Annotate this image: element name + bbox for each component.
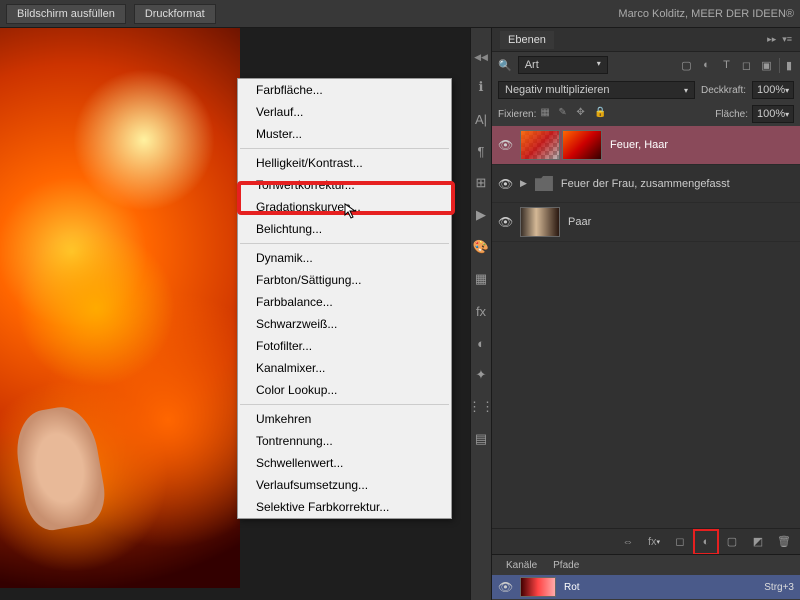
- menu-item[interactable]: Verlaufsumsetzung...: [238, 474, 451, 496]
- channel-thumb: [520, 577, 556, 597]
- layer-row[interactable]: 👁 ▶ Feuer der Frau, zusammengefasst: [492, 165, 800, 203]
- menu-item[interactable]: Farbton/Sättigung...: [238, 269, 451, 291]
- artwork-preview: [0, 28, 240, 588]
- menu-item[interactable]: Schwarzweiß...: [238, 313, 451, 335]
- new-adjustment-layer-icon[interactable]: ◐: [698, 534, 714, 550]
- lock-pixels-icon[interactable]: ✎: [558, 107, 572, 121]
- filter-adjustment-icon[interactable]: ◐: [699, 58, 714, 73]
- document-canvas[interactable]: Farbfläche...Verlauf...Muster... Helligke…: [0, 28, 470, 600]
- lock-row: Fixieren: ▦ ✎ ✥ 🔒 Fläche: 100%▾: [492, 102, 800, 126]
- new-layer-icon[interactable]: ◩: [750, 534, 766, 550]
- swatches-icon[interactable]: ▦: [473, 271, 489, 287]
- filter-smart-icon[interactable]: ▣: [759, 58, 774, 73]
- adjustments-icon[interactable]: ◐: [473, 335, 489, 351]
- menu-item[interactable]: Belichtung...: [238, 218, 451, 240]
- layers-tab[interactable]: Ebenen: [500, 31, 554, 49]
- folder-icon: [535, 176, 553, 191]
- menu-item[interactable]: Umkehren: [238, 408, 451, 430]
- menu-item[interactable]: Dynamik...: [238, 247, 451, 269]
- disclosure-icon[interactable]: ▶: [520, 178, 527, 189]
- layer-filter-dropdown[interactable]: Art▾: [518, 56, 608, 74]
- channel-visibility-icon[interactable]: 👁: [498, 580, 512, 594]
- right-panel-group: Ebenen ▸▸ ▾≡ 🔍 Art▾ ▢ ◐ T ◻ ▣ ▮ Negativ …: [492, 28, 800, 600]
- add-mask-icon[interactable]: ◻: [672, 534, 688, 550]
- layers-list: 👁 Feuer, Haar 👁 ▶ Feuer der Frau, zusammenge…: [492, 126, 800, 528]
- lock-position-icon[interactable]: ✥: [576, 107, 590, 121]
- panel-menu-icon[interactable]: ▾≡: [782, 34, 792, 45]
- channel-row-red[interactable]: 👁 Rot Strg+3: [492, 575, 800, 599]
- layer-thumb: [520, 207, 560, 237]
- layers-panel-header: Ebenen ▸▸ ▾≡: [492, 28, 800, 52]
- info-icon[interactable]: ℹ: [473, 79, 489, 95]
- link-layers-icon[interactable]: ⇔: [620, 534, 636, 550]
- menu-item[interactable]: Helligkeit/Kontrast...: [238, 152, 451, 174]
- paragraph-icon[interactable]: ¶: [473, 143, 489, 159]
- search-icon: 🔍: [498, 59, 512, 72]
- lock-all-icon[interactable]: 🔒: [594, 107, 608, 121]
- menu-item[interactable]: Fotofilter...: [238, 335, 451, 357]
- lock-label: Fixieren:: [498, 109, 536, 120]
- brush-presets-icon[interactable]: ⋮⋮: [473, 399, 489, 415]
- opacity-label: Deckkraft:: [701, 85, 746, 96]
- layer-row[interactable]: 👁 Feuer, Haar: [492, 126, 800, 165]
- collapsed-panels-strip: ◀◀ ℹ A| ¶ ⊞ ▶ 🎨 ▦ fx ◐ ✦ ⋮⋮ ▤: [470, 28, 492, 600]
- lock-transparency-icon[interactable]: ▦: [540, 107, 554, 121]
- navigator-icon[interactable]: ▶: [473, 207, 489, 223]
- new-group-icon[interactable]: ▢: [724, 534, 740, 550]
- visibility-icon[interactable]: 👁: [498, 177, 512, 191]
- adjustment-context-menu[interactable]: Farbfläche...Verlauf...Muster... Helligke…: [237, 78, 452, 519]
- layer-name: Feuer der Frau, zusammengefasst: [561, 178, 730, 190]
- menu-item[interactable]: Color Lookup...: [238, 379, 451, 401]
- visibility-icon[interactable]: 👁: [498, 138, 512, 152]
- layer-filter-row: 🔍 Art▾ ▢ ◐ T ◻ ▣ ▮: [492, 52, 800, 78]
- visibility-icon[interactable]: 👁: [498, 215, 512, 229]
- layer-row[interactable]: 👁 Paar: [492, 203, 800, 242]
- author-credit: Marco Kolditz, MEER DER IDEEN®: [618, 8, 794, 20]
- menu-item[interactable]: Tonwertkorrektur...: [238, 174, 451, 196]
- filter-pixel-icon[interactable]: ▢: [679, 58, 694, 73]
- character-icon[interactable]: A|: [473, 111, 489, 127]
- layer-fx-icon[interactable]: fx▾: [646, 534, 662, 550]
- menu-item[interactable]: Kanalmixer...: [238, 357, 451, 379]
- blend-mode-row: Negativ multiplizieren▾ Deckkraft: 100%▾: [492, 78, 800, 102]
- styles-icon[interactable]: fx: [473, 303, 489, 319]
- layers-footer: ⇔ fx▾ ◻ ◐ ▢ ◩ 🗑: [492, 528, 800, 554]
- filter-toggle-icon[interactable]: ▮: [779, 58, 794, 73]
- channel-name: Rot: [564, 582, 580, 593]
- menu-item[interactable]: Tontrennung...: [238, 430, 451, 452]
- fill-input[interactable]: 100%▾: [752, 105, 794, 123]
- layer-thumb: [520, 130, 560, 160]
- paths-tab[interactable]: Pfade: [545, 558, 587, 573]
- color-icon[interactable]: 🎨: [473, 239, 489, 255]
- print-format-button[interactable]: Druckformat: [134, 4, 216, 24]
- panel-collapse-icon[interactable]: ▸▸: [767, 34, 776, 45]
- menu-item[interactable]: Verlauf...: [238, 101, 451, 123]
- menu-item[interactable]: Muster...: [238, 123, 451, 145]
- layer-name: Paar: [568, 216, 591, 228]
- fill-label: Fläche:: [715, 109, 748, 120]
- collapse-icon[interactable]: ◀◀: [474, 52, 488, 63]
- brushes-icon[interactable]: ✦: [473, 367, 489, 383]
- menu-item[interactable]: Farbbalance...: [238, 291, 451, 313]
- clone-source-icon[interactable]: ⊞: [473, 175, 489, 191]
- delete-layer-icon[interactable]: 🗑: [776, 534, 792, 550]
- channels-tab[interactable]: Kanäle: [498, 558, 545, 573]
- blend-mode-dropdown[interactable]: Negativ multiplizieren▾: [498, 81, 695, 99]
- filter-shape-icon[interactable]: ◻: [739, 58, 754, 73]
- top-toolbar: Bildschirm ausfüllen Druckformat Marco K…: [0, 0, 800, 28]
- fill-screen-button[interactable]: Bildschirm ausfüllen: [6, 4, 126, 24]
- filter-type-icon[interactable]: T: [719, 58, 734, 73]
- mask-thumb: [562, 130, 602, 160]
- channels-panel: Kanäle Pfade 👁 Rot Strg+3: [492, 554, 800, 600]
- cursor-icon: [344, 203, 360, 219]
- channel-shortcut: Strg+3: [764, 582, 794, 593]
- tool-presets-icon[interactable]: ▤: [473, 431, 489, 447]
- menu-item[interactable]: Schwellenwert...: [238, 452, 451, 474]
- menu-item[interactable]: Farbfläche...: [238, 79, 451, 101]
- layer-name: Feuer, Haar: [610, 139, 668, 151]
- opacity-input[interactable]: 100%▾: [752, 81, 794, 99]
- menu-item[interactable]: Selektive Farbkorrektur...: [238, 496, 451, 518]
